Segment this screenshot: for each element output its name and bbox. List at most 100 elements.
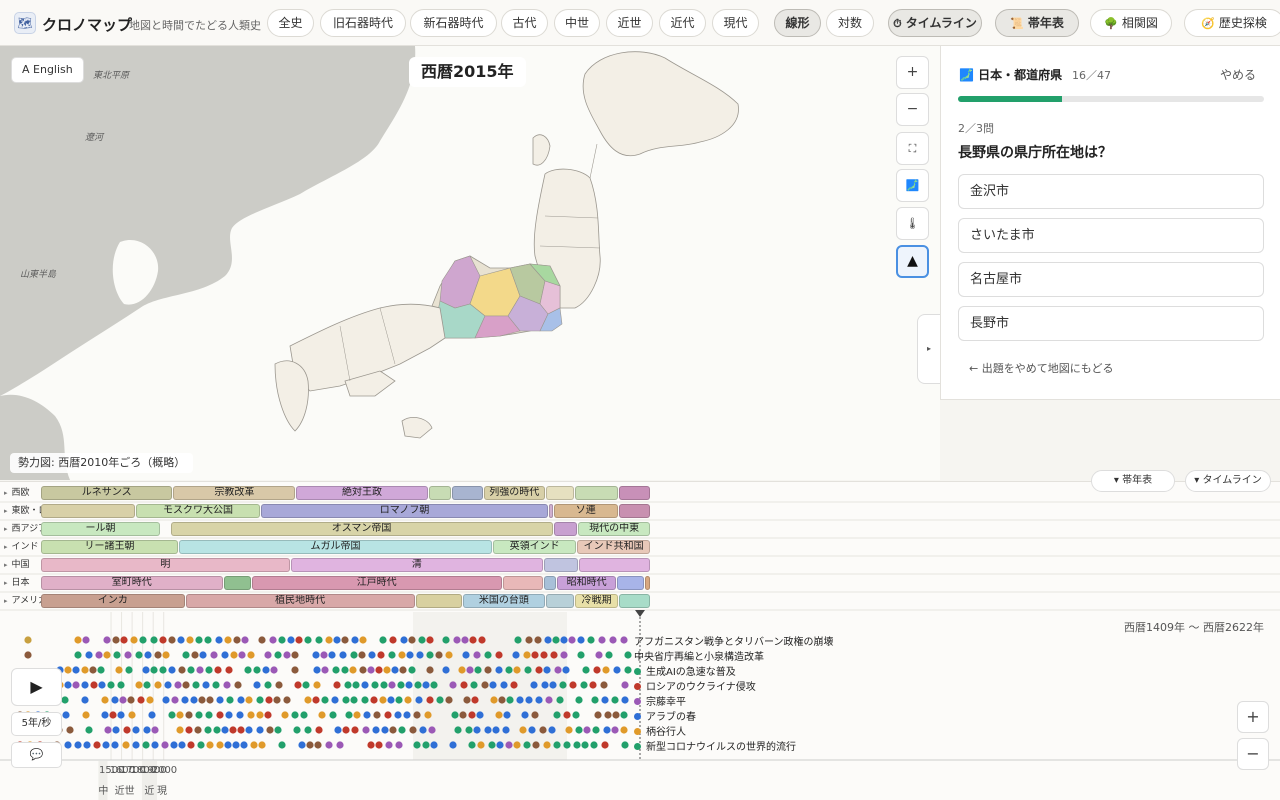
- event-dot[interactable]: [496, 741, 504, 749]
- event-dot[interactable]: [530, 681, 538, 689]
- event-dot[interactable]: [587, 636, 595, 644]
- event-dot[interactable]: [465, 726, 473, 734]
- event-dot[interactable]: [495, 711, 503, 719]
- event-dot[interactable]: [202, 681, 210, 689]
- event-dot[interactable]: [192, 681, 200, 689]
- period-bar[interactable]: ルネサンス: [41, 486, 173, 500]
- event-dot[interactable]: [462, 651, 470, 659]
- answer-option[interactable]: 名古屋市: [958, 262, 1264, 297]
- event-dot[interactable]: [85, 726, 93, 734]
- event-dot[interactable]: [342, 726, 350, 734]
- event-dot[interactable]: [554, 666, 562, 674]
- map-canvas[interactable]: [0, 46, 940, 480]
- period-bar[interactable]: [616, 576, 645, 590]
- event-dot[interactable]: [64, 666, 72, 674]
- event-dot[interactable]: [525, 696, 533, 704]
- event-dot[interactable]: [521, 711, 529, 719]
- event-dot[interactable]: [81, 681, 89, 689]
- event-dot[interactable]: [409, 726, 417, 734]
- event-dot[interactable]: [359, 636, 367, 644]
- event-dot[interactable]: [159, 636, 167, 644]
- event-dot[interactable]: [304, 726, 312, 734]
- event-dot[interactable]: [241, 636, 249, 644]
- event-dot[interactable]: [187, 741, 195, 749]
- event-dot[interactable]: [458, 666, 466, 674]
- event-dot[interactable]: [422, 681, 430, 689]
- event-dot[interactable]: [291, 651, 299, 659]
- event-dot[interactable]: [568, 636, 576, 644]
- event-dot[interactable]: [74, 651, 82, 659]
- event-dot[interactable]: [531, 711, 539, 719]
- event-dot[interactable]: [103, 636, 111, 644]
- panel-toggle-button[interactable]: ▸: [917, 314, 940, 384]
- period-bar[interactable]: [544, 558, 579, 572]
- event-dot[interactable]: [117, 711, 125, 719]
- event-dot[interactable]: [442, 666, 450, 674]
- event-dot[interactable]: [535, 666, 543, 674]
- event-dot[interactable]: [119, 696, 127, 704]
- event-dot[interactable]: [612, 711, 620, 719]
- event-dot[interactable]: [244, 666, 252, 674]
- event-dot[interactable]: [198, 696, 206, 704]
- event-dot[interactable]: [154, 651, 162, 659]
- event-dot[interactable]: [471, 696, 479, 704]
- event-dot[interactable]: [321, 696, 329, 704]
- event-dot[interactable]: [474, 666, 482, 674]
- event-dot[interactable]: [313, 666, 321, 674]
- tool-2-button[interactable]: 🌳 相関図: [1090, 9, 1172, 37]
- event-dot[interactable]: [262, 666, 270, 674]
- event-dot[interactable]: [350, 651, 358, 659]
- event-dot[interactable]: [484, 651, 492, 659]
- event-dot[interactable]: [143, 681, 151, 689]
- event-dot[interactable]: [132, 741, 140, 749]
- event-dot[interactable]: [476, 711, 484, 719]
- event-dot[interactable]: [117, 681, 125, 689]
- play-button[interactable]: ▶: [11, 668, 62, 706]
- period-bar[interactable]: 列強の時代: [483, 486, 545, 500]
- period-bar[interactable]: [645, 576, 650, 590]
- timeline-event[interactable]: 中央省庁再編と小泉構造改革: [634, 648, 764, 663]
- event-dot[interactable]: [224, 741, 232, 749]
- event-dot[interactable]: [379, 636, 387, 644]
- event-dot[interactable]: [545, 696, 553, 704]
- event-dot[interactable]: [426, 696, 434, 704]
- event-dot[interactable]: [168, 666, 176, 674]
- event-dot[interactable]: [313, 681, 321, 689]
- event-dot[interactable]: [130, 636, 138, 644]
- event-dot[interactable]: [98, 681, 106, 689]
- period-bar[interactable]: インド共和国: [577, 540, 650, 554]
- event-dot[interactable]: [516, 696, 524, 704]
- period-bar[interactable]: [41, 504, 135, 518]
- event-dot[interactable]: [534, 636, 542, 644]
- event-dot[interactable]: [237, 696, 245, 704]
- event-dot[interactable]: [426, 666, 434, 674]
- timeline-event[interactable]: ロシアのウクライナ侵攻: [634, 678, 756, 693]
- event-dot[interactable]: [601, 696, 609, 704]
- event-dot[interactable]: [112, 726, 120, 734]
- event-dot[interactable]: [484, 726, 492, 734]
- event-dot[interactable]: [185, 726, 193, 734]
- event-dot[interactable]: [500, 681, 508, 689]
- event-dot[interactable]: [258, 636, 266, 644]
- event-dot[interactable]: [256, 696, 264, 704]
- event-dot[interactable]: [112, 636, 120, 644]
- event-dot[interactable]: [320, 651, 328, 659]
- event-dot[interactable]: [361, 681, 369, 689]
- event-dot[interactable]: [565, 726, 573, 734]
- event-dot[interactable]: [325, 636, 333, 644]
- event-dot[interactable]: [414, 681, 422, 689]
- event-dot[interactable]: [64, 681, 72, 689]
- event-dot[interactable]: [232, 741, 240, 749]
- event-dot[interactable]: [24, 636, 32, 644]
- event-dot[interactable]: [176, 711, 184, 719]
- event-dot[interactable]: [66, 726, 74, 734]
- event-dot[interactable]: [221, 651, 229, 659]
- period-bar[interactable]: 英領インド: [493, 540, 577, 554]
- period-bar[interactable]: [428, 486, 452, 500]
- event-dot[interactable]: [256, 726, 264, 734]
- event-dot[interactable]: [124, 651, 132, 659]
- event-dot[interactable]: [229, 726, 237, 734]
- event-dot[interactable]: [215, 636, 223, 644]
- era-filter-1-button[interactable]: 旧石器時代: [320, 9, 406, 37]
- event-dot[interactable]: [435, 651, 443, 659]
